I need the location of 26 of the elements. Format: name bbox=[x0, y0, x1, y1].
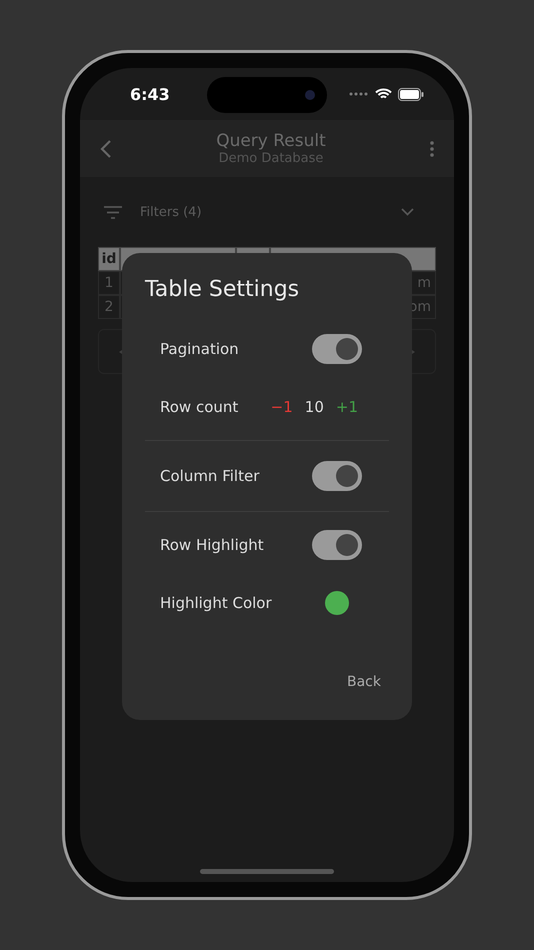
table-cell: 2 bbox=[98, 295, 120, 319]
page-title: Query Result bbox=[216, 131, 326, 151]
header-cell: id bbox=[98, 247, 120, 271]
toggle-switch[interactable] bbox=[312, 530, 362, 560]
chevron-icon bbox=[401, 208, 414, 216]
decrement-button[interactable]: −1 bbox=[270, 398, 293, 416]
table-cell: 1 bbox=[98, 271, 120, 295]
increment-button[interactable]: +1 bbox=[336, 398, 358, 416]
setting-label: Column Filter bbox=[160, 467, 260, 485]
setting-label: Highlight Color bbox=[160, 594, 272, 612]
status-time: 6:43 bbox=[130, 84, 170, 104]
toggle-switch[interactable] bbox=[312, 461, 362, 491]
setting-label: Row Highlight bbox=[160, 536, 264, 554]
color-swatch[interactable] bbox=[325, 591, 349, 615]
signal-icon bbox=[349, 92, 369, 96]
wifi-icon bbox=[375, 88, 392, 100]
filters-row[interactable]: Filters (4) bbox=[98, 177, 436, 247]
toggle-switch[interactable] bbox=[312, 334, 362, 364]
filter-icon bbox=[104, 206, 122, 218]
stepper-value: 10 bbox=[304, 398, 324, 416]
setting-label: Row count bbox=[160, 398, 238, 416]
back-button[interactable]: Back bbox=[339, 670, 389, 694]
battery-icon bbox=[398, 88, 424, 100]
back-icon[interactable] bbox=[100, 138, 112, 158]
more-icon[interactable] bbox=[430, 140, 434, 156]
setting-label: Pagination bbox=[160, 340, 239, 358]
